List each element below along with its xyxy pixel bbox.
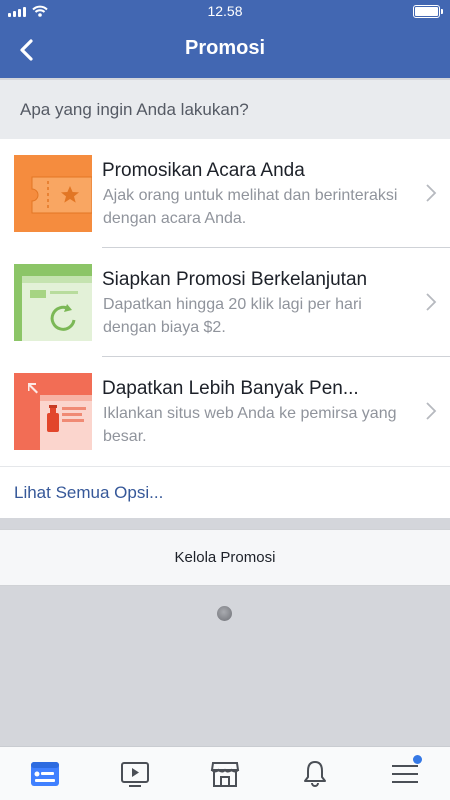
website-product-icon — [14, 373, 92, 450]
tab-news-feed[interactable] — [30, 759, 60, 789]
menu-badge — [413, 755, 422, 764]
option-website-visitors[interactable]: Dapatkan Lebih Banyak Pen... Iklankan si… — [0, 357, 450, 466]
tab-marketplace[interactable] — [210, 759, 240, 789]
status-bar: 12.58 — [0, 0, 450, 22]
chevron-right-icon — [426, 402, 437, 420]
marketplace-icon — [210, 762, 240, 787]
option-title: Siapkan Promosi Berkelanjutan — [102, 269, 368, 290]
status-time: 12.58 — [207, 3, 243, 19]
option-ongoing-promotion[interactable]: Siapkan Promosi Berkelanjutan Dapatkan h… — [0, 248, 450, 357]
option-description: Dapatkan hingga 20 klik lagi per hari de… — [103, 296, 362, 336]
option-promote-event[interactable]: Promosikan Acara Anda Ajak orang untuk m… — [0, 139, 450, 248]
news-feed-icon — [31, 762, 59, 786]
battery-icon — [413, 5, 443, 18]
page-title: Promosi — [184, 37, 266, 59]
option-title: Promosikan Acara Anda — [102, 160, 305, 181]
notifications-bell-icon — [304, 761, 326, 787]
loading-spinner — [217, 606, 232, 621]
navigation-bar: Promosi — [0, 22, 450, 78]
event-ticket-icon — [14, 155, 92, 232]
browser-refresh-icon — [14, 264, 92, 341]
tab-menu[interactable] — [390, 755, 422, 789]
option-description: Ajak orang untuk melihat dan berinteraks… — [103, 187, 398, 227]
option-title: Dapatkan Lebih Banyak Pen... — [102, 378, 359, 399]
tab-watch[interactable] — [120, 759, 150, 789]
chevron-right-icon — [426, 184, 437, 202]
tab-bar — [0, 746, 450, 800]
watch-video-icon — [121, 762, 149, 787]
manage-promotions-button[interactable]: Kelola Promosi — [0, 529, 450, 586]
option-description: Iklankan situs web Anda ke pemirsa yang … — [103, 405, 397, 445]
chevron-right-icon — [426, 293, 437, 311]
tab-notifications[interactable] — [300, 759, 330, 789]
promotion-options: Promosikan Acara Anda Ajak orang untuk m… — [0, 139, 450, 518]
see-all-options-link[interactable]: Lihat Semua Opsi... — [0, 466, 450, 518]
section-prompt: Apa yang ingin Anda lakukan? — [0, 80, 450, 139]
